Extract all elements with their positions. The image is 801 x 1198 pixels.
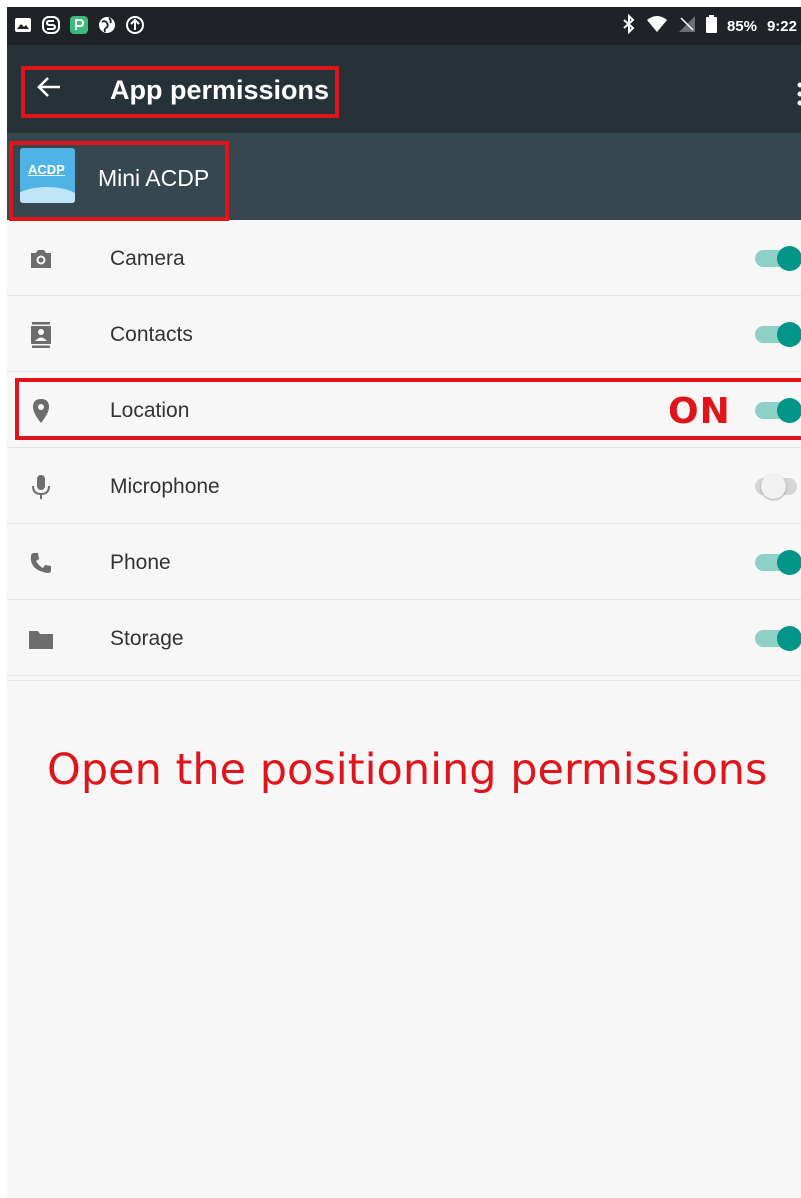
battery-icon bbox=[705, 15, 717, 37]
permission-row-contacts[interactable]: Contacts bbox=[7, 296, 801, 372]
toggle-thumb bbox=[777, 550, 801, 575]
camera-icon bbox=[27, 245, 55, 273]
clock: 9:22 bbox=[766, 17, 797, 35]
app-bar: App permissions bbox=[7, 45, 801, 133]
permissions-list: Camera Contacts Location Microphone Phon… bbox=[7, 220, 801, 676]
permission-row-phone[interactable]: Phone bbox=[7, 524, 801, 600]
permission-label-phone: Phone bbox=[110, 551, 171, 574]
screen: 85% 9:22 App permissions ACDP Mini ACDP bbox=[7, 7, 801, 1198]
microphone-icon bbox=[27, 473, 55, 501]
phone-icon bbox=[27, 549, 55, 577]
permission-label-storage: Storage bbox=[110, 627, 184, 650]
toggle-thumb bbox=[777, 626, 801, 651]
contacts-toggle[interactable] bbox=[755, 322, 801, 348]
permission-row-microphone[interactable]: Microphone bbox=[7, 448, 801, 524]
permission-label-contacts: Contacts bbox=[110, 323, 193, 346]
battery-percent: 85% bbox=[726, 17, 757, 35]
toggle-thumb bbox=[761, 474, 786, 499]
storage-toggle[interactable] bbox=[755, 626, 801, 652]
no-signal-icon bbox=[678, 15, 696, 37]
status-right: 85% 9:22 bbox=[622, 13, 797, 38]
permission-label-camera: Camera bbox=[110, 247, 185, 270]
contacts-icon bbox=[27, 321, 55, 349]
status-left-icons bbox=[13, 15, 145, 35]
annotation-caption: Open the positioning permissions bbox=[47, 745, 768, 795]
upload-icon bbox=[125, 15, 145, 35]
list-bottom-divider bbox=[7, 680, 801, 681]
permission-row-camera[interactable]: Camera bbox=[7, 220, 801, 296]
permission-row-storage[interactable]: Storage bbox=[7, 600, 801, 676]
s-icon bbox=[41, 15, 61, 35]
wifi-icon bbox=[646, 15, 668, 37]
phone-toggle[interactable] bbox=[755, 550, 801, 576]
toggle-thumb bbox=[777, 246, 801, 271]
more-vert-icon[interactable] bbox=[796, 81, 801, 112]
toggle-thumb bbox=[777, 322, 801, 347]
folder-icon bbox=[27, 625, 55, 653]
microphone-toggle[interactable] bbox=[755, 474, 801, 500]
app-header: ACDP Mini ACDP bbox=[7, 133, 801, 221]
permission-label-microphone: Microphone bbox=[110, 475, 220, 498]
globe-icon bbox=[97, 15, 117, 35]
bluetooth-icon bbox=[622, 13, 636, 38]
status-bar: 85% 9:22 bbox=[7, 7, 801, 45]
annotation-box-app bbox=[9, 141, 229, 221]
camera-toggle[interactable] bbox=[755, 246, 801, 272]
annotation-box-title bbox=[21, 66, 339, 118]
p-app-icon bbox=[69, 15, 89, 35]
annotation-on-label: ON bbox=[668, 391, 731, 432]
image-icon bbox=[13, 15, 33, 35]
